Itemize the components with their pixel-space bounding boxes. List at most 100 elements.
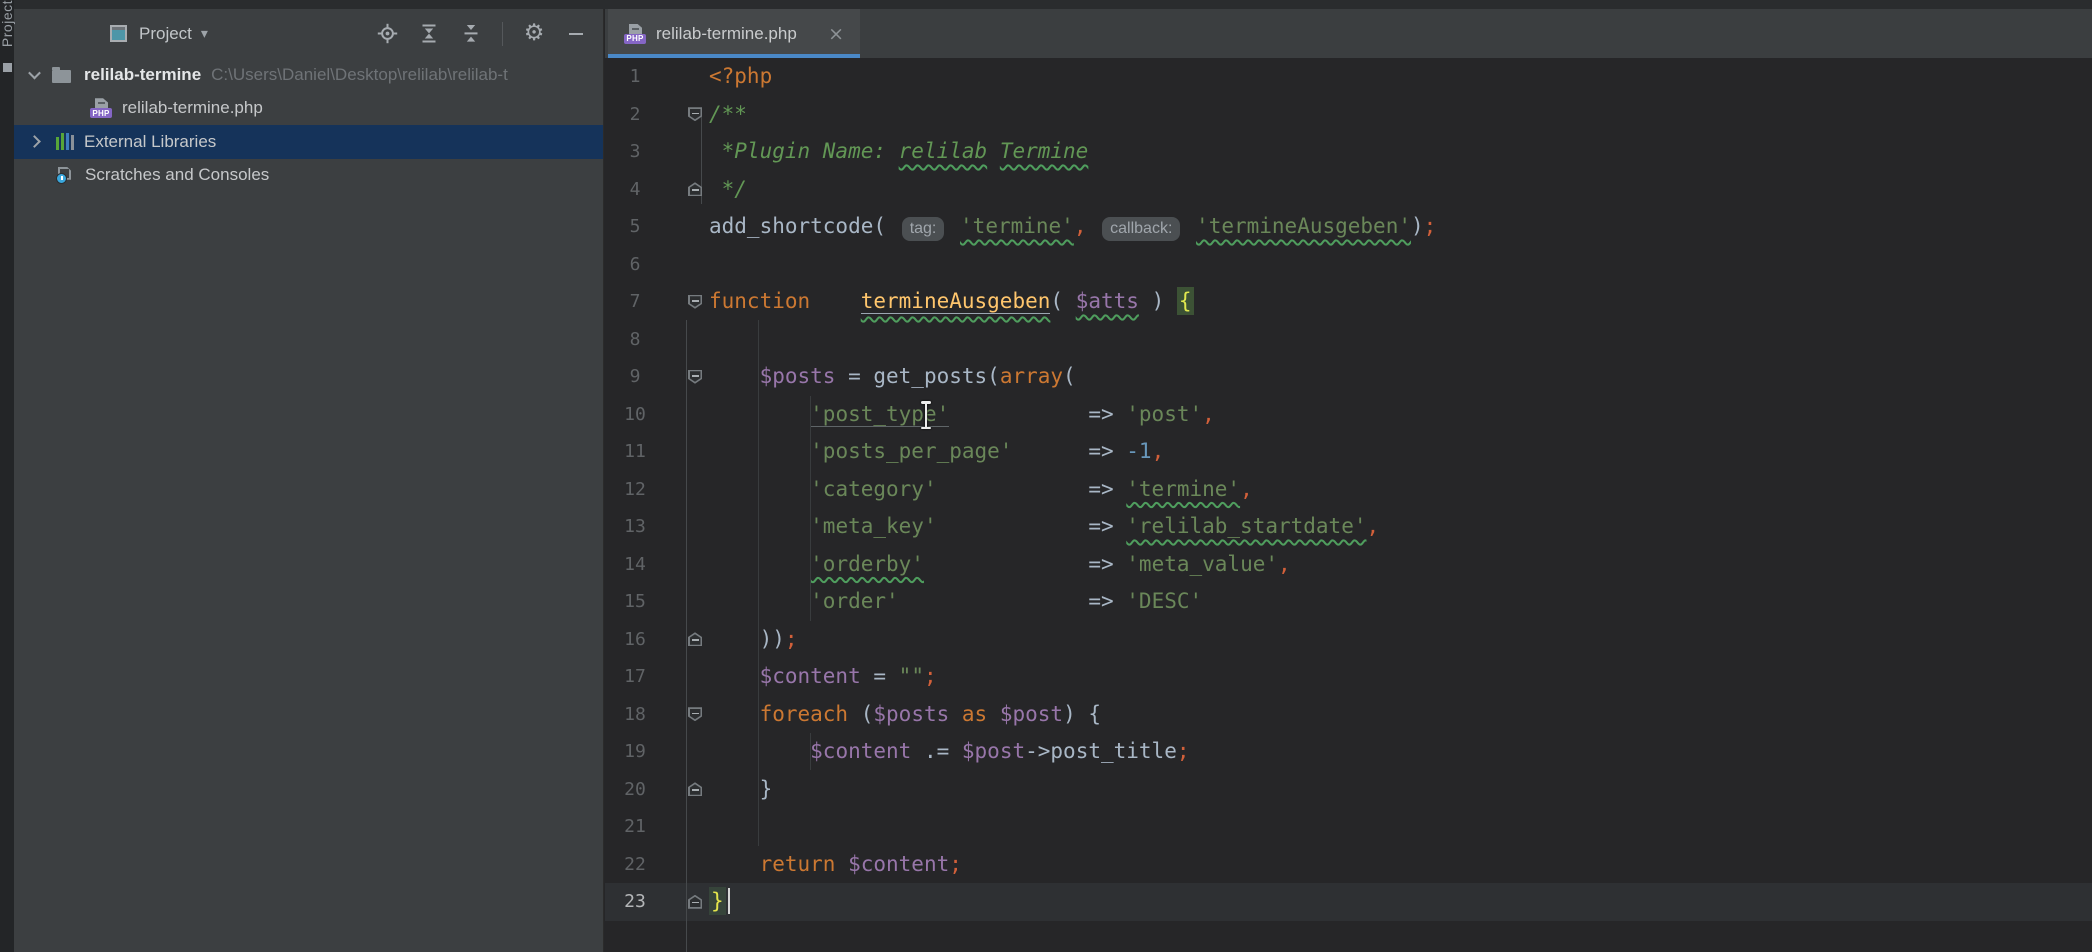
code-text: /** (709, 96, 747, 134)
code-line-12[interactable]: 12 'category' => 'termine', (605, 471, 2092, 509)
fold-marker-icon[interactable] (688, 632, 702, 646)
external-libraries-label: External Libraries (84, 132, 216, 152)
line-number[interactable]: 16 (605, 621, 665, 659)
code-text: <?php (709, 58, 772, 96)
line-number[interactable]: 13 (605, 508, 665, 546)
toolwindow-square-icon[interactable] (3, 63, 12, 72)
line-number[interactable]: 4 (605, 171, 665, 209)
code-line-14[interactable]: 14 'orderby' => 'meta_value', (605, 546, 2092, 584)
code-text: 'posts_per_page' => -1, (709, 433, 1164, 471)
tool-window-bar: Project (0, 0, 14, 952)
toolbar-separator (502, 22, 503, 46)
code-line-8[interactable]: 8 (605, 321, 2092, 359)
line-number[interactable]: 14 (605, 546, 665, 584)
line-number[interactable]: 6 (605, 246, 665, 284)
chevron-down-icon[interactable] (28, 67, 41, 80)
line-number[interactable]: 22 (605, 846, 665, 884)
project-root-path: C:\Users\Daniel\Desktop\relilab\relilab-… (211, 65, 508, 85)
code-line-19[interactable]: 19 $content .= $post->post_title; (605, 733, 2092, 771)
close-icon[interactable]: × (828, 23, 844, 45)
chevron-down-icon[interactable]: ▾ (201, 26, 208, 42)
folder-icon (52, 70, 71, 83)
code-line-16[interactable]: 16 )); (605, 621, 2092, 659)
code-line-13[interactable]: 13 'meta_key' => 'relilab_startdate', (605, 508, 2092, 546)
line-number[interactable]: 23 (605, 883, 665, 921)
code-text: $posts = get_posts(array( (709, 358, 1076, 396)
fold-marker-icon[interactable] (688, 295, 702, 309)
project-view-icon (110, 25, 127, 42)
code-text: $content = ""; (709, 658, 937, 696)
line-number[interactable]: 15 (605, 583, 665, 621)
fold-marker-icon[interactable] (688, 182, 702, 196)
code-line-7[interactable]: 7function termineAusgeben( $atts ) { (605, 283, 2092, 321)
tree-item-external-libraries[interactable]: External Libraries (14, 125, 603, 159)
settings-gear-icon[interactable]: ⚙ (523, 23, 545, 45)
code-text: $content .= $post->post_title; (709, 733, 1190, 771)
panel-toolbar: ⚙ (376, 9, 587, 58)
code-text: 'orderby' => 'meta_value', (709, 546, 1291, 584)
line-number[interactable]: 10 (605, 396, 665, 434)
php-file-icon: PHP (90, 98, 112, 118)
fold-marker-icon[interactable] (688, 107, 702, 121)
project-view-title[interactable]: Project (139, 24, 192, 44)
fold-marker-icon[interactable] (688, 707, 702, 721)
code-area[interactable]: 1 <?php 2 /**3 *Plugin Name: relilab Termin… (605, 58, 2092, 921)
fold-marker-icon[interactable] (688, 895, 702, 909)
tree-item-scratches[interactable]: Scratches and Consoles (14, 159, 603, 193)
window-top-edge (0, 0, 2092, 9)
code-line-10[interactable]: 10 'post_type' => 'post', (605, 396, 2092, 434)
code-line-22[interactable]: 22 return $content; (605, 846, 2092, 884)
code-text: foreach ($posts as $post) { (709, 696, 1101, 734)
line-number[interactable]: 21 (605, 808, 665, 846)
code-line-15[interactable]: 15 'order' => 'DESC' (605, 583, 2092, 621)
expand-all-icon[interactable] (418, 23, 440, 45)
chevron-right-icon[interactable] (28, 135, 41, 148)
code-line-23[interactable]: 23} (605, 883, 2092, 921)
tab-label: relilab-termine.php (656, 24, 797, 44)
code-text: */ (709, 171, 747, 209)
code-text: return $content; (709, 846, 962, 884)
line-number[interactable]: 12 (605, 471, 665, 509)
code-text: add_shortcode( tag: 'termine', callback:… (709, 208, 1436, 246)
ide-window: Project Project ▾ (0, 0, 2092, 952)
code-line-20[interactable]: 20 } (605, 771, 2092, 809)
tree-item-root-folder[interactable]: relilab-termine C:\Users\Daniel\Desktop\… (14, 58, 603, 92)
line-number[interactable]: 5 (605, 208, 665, 246)
code-line-5[interactable]: 5 add_shortcode( tag: 'termine', callback… (605, 208, 2092, 246)
project-toolwindow-label[interactable]: Project (0, 0, 15, 47)
fold-marker-icon[interactable] (688, 370, 702, 384)
line-number[interactable]: 9 (605, 358, 665, 396)
code-line-6[interactable]: 6 (605, 246, 2092, 284)
line-number[interactable]: 1 (605, 58, 665, 96)
line-number[interactable]: 17 (605, 658, 665, 696)
hide-panel-icon[interactable] (565, 23, 587, 45)
code-line-4[interactable]: 4 */ (605, 171, 2092, 209)
code-line-3[interactable]: 3 *Plugin Name: relilab Termine (605, 133, 2092, 171)
fold-marker-icon[interactable] (688, 782, 702, 796)
line-number[interactable]: 11 (605, 433, 665, 471)
code-line-18[interactable]: 18 foreach ($posts as $post) { (605, 696, 2092, 734)
line-number[interactable]: 18 (605, 696, 665, 734)
line-number[interactable]: 20 (605, 771, 665, 809)
code-line-21[interactable]: 21 (605, 808, 2092, 846)
project-panel-header: Project ▾ (14, 9, 603, 58)
line-number[interactable]: 8 (605, 321, 665, 359)
line-number[interactable]: 19 (605, 733, 665, 771)
project-root-name: relilab-termine (84, 65, 201, 85)
line-number[interactable]: 7 (605, 283, 665, 321)
collapse-all-icon[interactable] (460, 23, 482, 45)
tab-relilab-termine-php[interactable]: PHP relilab-termine.php × (608, 9, 860, 58)
line-number[interactable]: 2 (605, 96, 665, 134)
project-panel: Project ▾ (14, 9, 604, 952)
code-line-11[interactable]: 11 'posts_per_page' => -1, (605, 433, 2092, 471)
code-line-2[interactable]: 2 /** (605, 96, 2092, 134)
php-file-icon: PHP (624, 24, 646, 44)
code-line-1[interactable]: 1 <?php (605, 58, 2092, 96)
text-caret (728, 888, 731, 914)
code-line-17[interactable]: 17 $content = ""; (605, 658, 2092, 696)
editor-pane: PHP relilab-termine.php × 1 <?php 2 /**3 *P… (605, 0, 2092, 952)
locate-file-icon[interactable] (376, 23, 398, 45)
code-line-9[interactable]: 9 $posts = get_posts(array( (605, 358, 2092, 396)
line-number[interactable]: 3 (605, 133, 665, 171)
tree-item-php-file[interactable]: PHP relilab-termine.php (14, 92, 603, 126)
